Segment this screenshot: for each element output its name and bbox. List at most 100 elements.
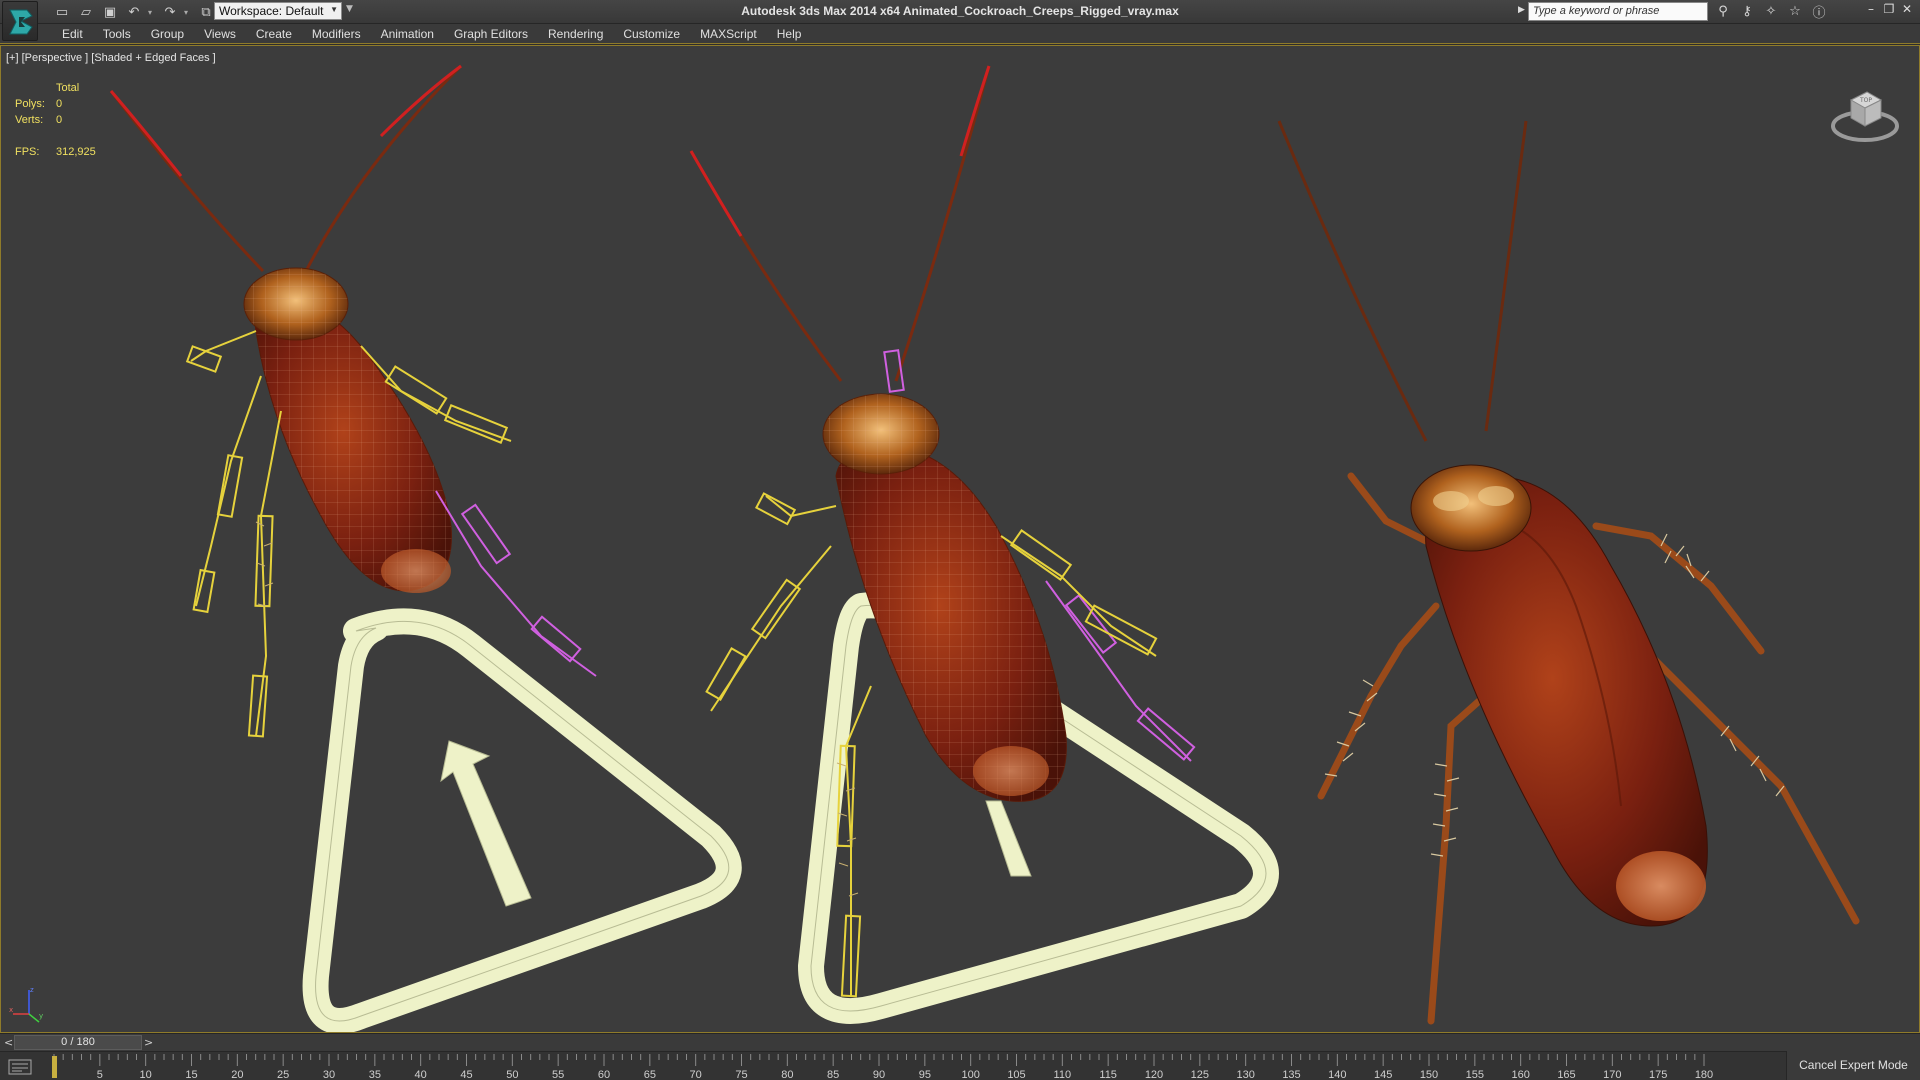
time-slider-text: 0 / 180 bbox=[61, 1036, 95, 1048]
qat-customize-icon[interactable]: ▼ bbox=[346, 4, 353, 14]
next-frame-button[interactable]: > bbox=[144, 1036, 153, 1049]
open-file-icon[interactable]: ▱ bbox=[76, 3, 96, 21]
restore-icon[interactable]: ❐ bbox=[1882, 2, 1896, 20]
mini-curve-editor-icon[interactable] bbox=[8, 1058, 34, 1076]
ruler-tick-label: 25 bbox=[277, 1069, 289, 1080]
title-bar: ▭ ▱ ▣ ↶ ▾ ↷ ▾ ⧉ Workspace: Default ▼ ▼ A… bbox=[0, 0, 1920, 24]
menu-item-rendering[interactable]: Rendering bbox=[538, 27, 613, 41]
ruler-tick-label: 35 bbox=[369, 1069, 381, 1080]
quick-access-toolbar: ▭ ▱ ▣ ↶ ▾ ↷ ▾ ⧉ bbox=[52, 2, 216, 22]
scene-canvas[interactable] bbox=[1, 46, 1920, 1033]
ruler-tick-label: 10 bbox=[140, 1069, 152, 1080]
ruler-tick-label: 105 bbox=[1007, 1069, 1025, 1080]
menu-item-tools[interactable]: Tools bbox=[93, 27, 141, 41]
communication-center-icon[interactable]: ✧ bbox=[1762, 2, 1780, 20]
cockroach-textured-right[interactable] bbox=[1277, 120, 1860, 1025]
ruler-tick-label: 70 bbox=[690, 1069, 702, 1080]
ruler-tick-label: 150 bbox=[1420, 1069, 1438, 1080]
infocenter-toolbar: ⚲ ⚷ ✧ ☆ ⓘ bbox=[1714, 2, 1828, 21]
polys-label: Polys: bbox=[15, 98, 45, 110]
menu-item-maxscript[interactable]: MAXScript bbox=[690, 27, 767, 41]
ruler-tick-label: 165 bbox=[1557, 1069, 1575, 1080]
ruler-tick-label: 140 bbox=[1328, 1069, 1346, 1080]
menu-item-customize[interactable]: Customize bbox=[613, 27, 690, 41]
key-icon[interactable]: ⚷ bbox=[1738, 2, 1756, 20]
project-folder-icon[interactable]: ⧉ bbox=[196, 3, 216, 21]
rig-control-triangle-left[interactable] bbox=[302, 608, 742, 1032]
menu-item-modifiers[interactable]: Modifiers bbox=[302, 27, 371, 41]
ruler-tick-label: 135 bbox=[1282, 1069, 1300, 1080]
svg-text:z: z bbox=[30, 986, 34, 994]
ruler-tick-label: 80 bbox=[781, 1069, 793, 1080]
ruler-tick-label: 115 bbox=[1099, 1069, 1117, 1080]
viewcube-top-label: TOP bbox=[1859, 97, 1872, 104]
menu-item-edit[interactable]: Edit bbox=[52, 27, 93, 41]
ruler-tick-label: 145 bbox=[1374, 1069, 1392, 1080]
menu-item-help[interactable]: Help bbox=[767, 27, 812, 41]
menu-item-create[interactable]: Create bbox=[246, 27, 302, 41]
undo-icon[interactable]: ↶ bbox=[124, 3, 144, 21]
undo-dropdown-icon[interactable]: ▾ bbox=[148, 8, 156, 17]
axis-tripod-icon: z x y bbox=[9, 986, 43, 1023]
redo-icon[interactable]: ↷ bbox=[160, 3, 180, 21]
new-file-icon[interactable]: ▭ bbox=[52, 3, 72, 21]
ruler-tick-label: 90 bbox=[873, 1069, 885, 1080]
track-ruler[interactable]: 0510152025303540455055606570758085909510… bbox=[52, 1052, 1752, 1080]
ruler-tick-label: 30 bbox=[323, 1069, 335, 1080]
ruler-tick-label: 95 bbox=[919, 1069, 931, 1080]
ruler-tick-label: 110 bbox=[1054, 1069, 1072, 1080]
app-menu-button[interactable] bbox=[2, 1, 38, 41]
minimize-icon[interactable]: – bbox=[1864, 2, 1878, 20]
time-slider-bar: < 0 / 180 > bbox=[0, 1033, 1920, 1051]
menu-item-graph-editors[interactable]: Graph Editors bbox=[444, 27, 538, 41]
svg-text:y: y bbox=[39, 1012, 43, 1020]
search-expand-icon[interactable]: ▶ bbox=[1518, 5, 1525, 15]
ruler-tick-label: 170 bbox=[1603, 1069, 1621, 1080]
save-icon[interactable]: ▣ bbox=[100, 3, 120, 21]
main-menu: Edit Tools Group Views Create Modifiers Animat… bbox=[52, 27, 811, 41]
menu-item-animation[interactable]: Animation bbox=[371, 27, 444, 41]
ruler-tick-label: 100 bbox=[961, 1069, 979, 1080]
stats-header: Total bbox=[56, 82, 80, 94]
cockroach-rigged-middle[interactable] bbox=[689, 65, 1196, 998]
close-icon[interactable]: ✕ bbox=[1900, 2, 1914, 20]
ruler-tick-label: 125 bbox=[1191, 1069, 1209, 1080]
verts-value: 0 bbox=[56, 114, 63, 126]
ruler-tick-label: 175 bbox=[1649, 1069, 1667, 1080]
ruler-tick-label: 75 bbox=[735, 1069, 747, 1080]
fps-label: FPS: bbox=[15, 146, 40, 158]
binoculars-icon[interactable]: ⚲ bbox=[1714, 2, 1732, 20]
ruler-tick-label: 55 bbox=[552, 1069, 564, 1080]
time-slider[interactable]: 0 / 180 bbox=[14, 1035, 142, 1050]
viewcube-icon: TOP bbox=[1831, 91, 1899, 142]
help-icon[interactable]: ⓘ bbox=[1810, 2, 1828, 21]
track-bar[interactable]: 0510152025303540455055606570758085909510… bbox=[0, 1051, 1920, 1080]
menu-item-views[interactable]: Views bbox=[194, 27, 246, 41]
ruler-tick-label: 160 bbox=[1511, 1069, 1529, 1080]
perspective-viewport[interactable]: [+] [Perspective ] [Shaded + Edged Faces… bbox=[0, 45, 1920, 1033]
ruler-tick-label: 15 bbox=[185, 1069, 197, 1080]
axis-tripod: z x y bbox=[9, 984, 49, 1027]
favorites-star-icon[interactable]: ☆ bbox=[1786, 2, 1804, 20]
verts-label: Verts: bbox=[15, 114, 44, 126]
3ds-max-logo-icon bbox=[9, 9, 33, 35]
ruler-tick-label: 65 bbox=[644, 1069, 656, 1080]
ruler-tick-label: 120 bbox=[1145, 1069, 1163, 1080]
svg-text:x: x bbox=[9, 1006, 13, 1014]
window-controls: – ❐ ✕ bbox=[1864, 2, 1914, 20]
ruler-tick-label: 60 bbox=[598, 1069, 610, 1080]
ruler-tick-label: 40 bbox=[415, 1069, 427, 1080]
previous-frame-button[interactable]: < bbox=[4, 1036, 13, 1049]
workspace-dropdown[interactable]: Workspace: Default ▼ bbox=[214, 2, 342, 20]
fps-value: 312,925 bbox=[56, 146, 96, 158]
search-input[interactable]: Type a keyword or phrase bbox=[1528, 2, 1708, 21]
current-frame-marker[interactable] bbox=[52, 1056, 57, 1078]
viewcube[interactable]: TOP bbox=[1829, 78, 1901, 153]
redo-dropdown-icon[interactable]: ▾ bbox=[184, 8, 192, 17]
menu-item-group[interactable]: Group bbox=[141, 27, 194, 41]
ruler-tick-label: 45 bbox=[460, 1069, 472, 1080]
chevron-down-icon: ▼ bbox=[330, 5, 338, 14]
ruler-tick-label: 85 bbox=[827, 1069, 839, 1080]
viewport-label[interactable]: [+] [Perspective ] [Shaded + Edged Faces… bbox=[6, 52, 216, 64]
cancel-expert-mode-button[interactable]: Cancel Expert Mode bbox=[1786, 1051, 1920, 1080]
